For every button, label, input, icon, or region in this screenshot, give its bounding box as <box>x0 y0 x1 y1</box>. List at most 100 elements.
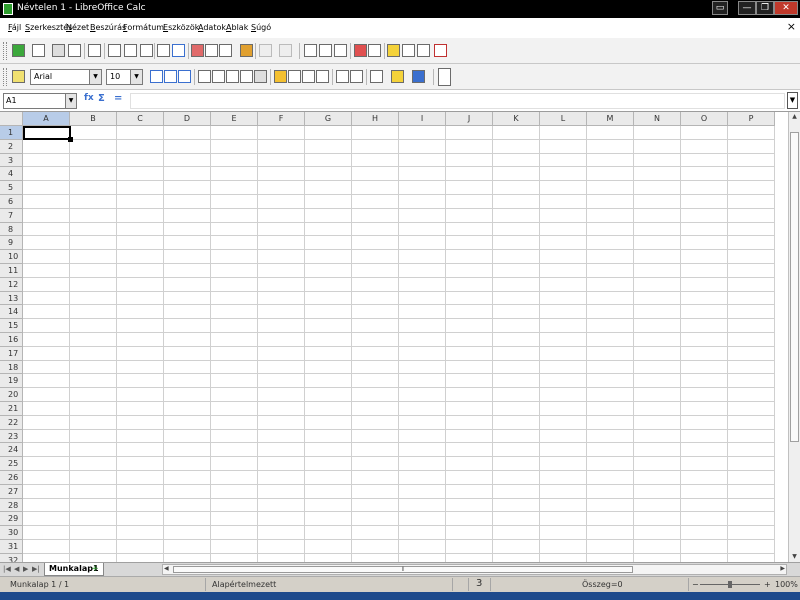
minimize-button[interactable]: — <box>738 1 756 15</box>
column-header[interactable]: G <box>305 112 352 126</box>
column-header[interactable]: L <box>540 112 587 126</box>
chevron-down-icon[interactable]: ▼ <box>89 70 101 84</box>
row-header[interactable]: 13 <box>0 291 23 306</box>
first-sheet-icon[interactable]: |◀ <box>3 565 11 573</box>
row-header[interactable]: 17 <box>0 346 23 361</box>
row-header[interactable]: 29 <box>0 512 23 527</box>
column-header[interactable]: B <box>70 112 117 126</box>
menu-format[interactable]: Formátum <box>123 23 164 32</box>
styles-icon[interactable] <box>12 70 25 83</box>
sum-icon[interactable]: Σ <box>98 93 105 104</box>
column-header[interactable]: J <box>446 112 493 126</box>
name-box[interactable]: A1 ▼ <box>3 93 77 109</box>
toolbar-grip[interactable] <box>3 42 7 60</box>
delete-decimal-icon[interactable] <box>316 70 329 83</box>
menu-window[interactable]: Ablak <box>226 23 248 32</box>
selection-mode[interactable]: 3 <box>476 578 482 589</box>
column-header[interactable]: K <box>493 112 540 126</box>
bold-icon[interactable] <box>150 70 163 83</box>
italic-icon[interactable] <box>164 70 177 83</box>
sort-descending-icon[interactable] <box>334 44 347 57</box>
align-right-icon[interactable] <box>226 70 239 83</box>
menu-help[interactable]: Súgó <box>251 23 271 32</box>
row-header[interactable]: 18 <box>0 360 23 375</box>
menu-data[interactable]: Adatok <box>198 23 226 32</box>
increase-indent-icon[interactable] <box>350 70 363 83</box>
row-header[interactable]: 6 <box>0 195 23 209</box>
next-sheet-icon[interactable]: ▶ <box>23 565 28 573</box>
insert-chart-icon[interactable] <box>354 44 367 57</box>
clone-format-icon[interactable] <box>240 44 253 57</box>
row-header[interactable]: 23 <box>0 429 23 444</box>
merge-cells-icon[interactable] <box>254 70 267 83</box>
row-header[interactable]: 15 <box>0 319 23 333</box>
spreadsheet-grid[interactable]: A B C D E F G H I J K L M N O P 1 2 3 4 5 6 7 8 9 10 11 12 13 14 15 16 1… <box>0 112 788 562</box>
new-icon[interactable] <box>12 44 25 57</box>
sidebar-toggle-icon[interactable] <box>438 68 451 86</box>
scroll-down-icon[interactable]: ▼ <box>789 552 800 562</box>
export-pdf-icon[interactable] <box>88 44 101 57</box>
cut-icon[interactable] <box>191 44 204 57</box>
help-icon[interactable] <box>434 44 447 57</box>
row-header[interactable]: 1 <box>0 126 23 140</box>
row-header[interactable]: 10 <box>0 250 23 264</box>
horizontal-scroll-thumb[interactable]: ⦀ <box>173 566 633 573</box>
row-header[interactable]: 27 <box>0 484 23 499</box>
row-header[interactable]: 14 <box>0 305 23 320</box>
menu-insert[interactable]: Beszúrás <box>90 23 126 32</box>
menu-view[interactable]: Nézet <box>66 23 89 32</box>
column-header[interactable]: M <box>587 112 634 126</box>
save-icon[interactable] <box>52 44 65 57</box>
font-color-icon[interactable] <box>412 70 425 83</box>
edit-file-icon[interactable] <box>68 44 81 57</box>
zoom-in-icon[interactable]: + <box>764 580 771 589</box>
column-header[interactable]: D <box>164 112 211 126</box>
row-header[interactable]: 32 <box>0 553 23 562</box>
autospellcheck-icon[interactable] <box>172 44 185 57</box>
copy-icon[interactable] <box>205 44 218 57</box>
row-header[interactable]: 21 <box>0 402 23 416</box>
percent-icon[interactable] <box>288 70 301 83</box>
menu-file[interactable]: Fájl <box>8 23 21 32</box>
column-header[interactable]: E <box>211 112 258 126</box>
column-header[interactable]: F <box>258 112 305 126</box>
row-header[interactable]: 24 <box>0 443 23 458</box>
paste-icon[interactable] <box>219 44 232 57</box>
redo-icon[interactable] <box>279 44 292 57</box>
close-document-icon[interactable]: × <box>787 20 796 33</box>
row-header[interactable]: 5 <box>0 181 23 195</box>
row-header[interactable]: 2 <box>0 139 23 154</box>
column-header[interactable]: A <box>23 112 70 126</box>
maximize-button[interactable]: ❐ <box>756 1 774 15</box>
font-size-combo[interactable]: 10 ▼ <box>106 69 143 85</box>
currency-icon[interactable] <box>274 70 287 83</box>
page-style[interactable]: Alapértelmezett <box>212 580 276 589</box>
expand-formula-bar-icon[interactable]: ▼ <box>787 92 798 109</box>
underline-icon[interactable] <box>178 70 191 83</box>
navigator-icon[interactable] <box>387 44 400 57</box>
add-decimal-icon[interactable] <box>302 70 315 83</box>
chevron-down-icon[interactable]: ▼ <box>65 94 76 108</box>
row-header[interactable]: 25 <box>0 457 23 471</box>
close-window-button[interactable]: ✕ <box>774 1 798 15</box>
data-sources-icon[interactable] <box>417 44 430 57</box>
align-left-icon[interactable] <box>198 70 211 83</box>
gallery-icon[interactable] <box>402 44 415 57</box>
vertical-scrollbar[interactable]: ▲ ▼ <box>788 112 800 562</box>
row-header[interactable]: 8 <box>0 222 23 237</box>
restore-app-button[interactable]: ▭ <box>712 1 728 15</box>
row-header[interactable]: 30 <box>0 526 23 540</box>
decrease-indent-icon[interactable] <box>336 70 349 83</box>
spellcheck-icon[interactable] <box>157 44 170 57</box>
row-header[interactable]: 19 <box>0 374 23 389</box>
scroll-left-icon[interactable]: ◀ <box>164 565 169 572</box>
zoom-slider[interactable] <box>700 581 760 588</box>
justify-icon[interactable] <box>240 70 253 83</box>
background-color-icon[interactable] <box>391 70 404 83</box>
zoom-level[interactable]: 100% <box>775 580 798 589</box>
column-header[interactable]: O <box>681 112 728 126</box>
active-cell-cursor[interactable] <box>23 126 73 142</box>
select-all-corner[interactable] <box>0 112 23 126</box>
menu-tools[interactable]: Eszközök <box>163 23 199 32</box>
zoom-slider-knob[interactable] <box>728 581 732 588</box>
